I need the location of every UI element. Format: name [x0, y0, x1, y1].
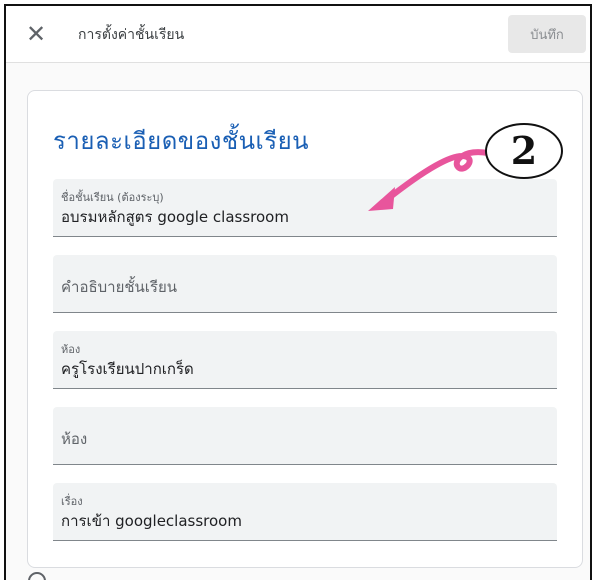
subject-field[interactable]: เรื่อง การเข้า googleclassroom — [53, 483, 557, 541]
save-button[interactable]: บันทึก — [508, 15, 586, 53]
section-label: ห้อง — [61, 343, 81, 356]
close-icon[interactable]: ✕ — [22, 20, 50, 48]
subject-label: เรื่อง — [61, 495, 83, 508]
top-app-bar: ✕ การตั้งค่าชั้นเรียน บันทึก — [6, 6, 590, 63]
page-title: การตั้งค่าชั้นเรียน — [78, 27, 185, 43]
subject-value: การเข้า googleclassroom — [61, 512, 242, 530]
help-icon[interactable] — [28, 572, 46, 580]
section-field[interactable]: ห้อง ครูโรงเรียนปากเกร็ด — [53, 331, 557, 389]
class-description-field[interactable]: คำอธิบายชั้นเรียน — [53, 255, 557, 313]
room-field[interactable]: ห้อง — [53, 407, 557, 465]
class-name-value: อบรมหลักสูตร google classroom — [61, 208, 289, 226]
class-details-card: รายละเอียดของชั้นเรียน ชื่อชั้นเรียน (ต้… — [27, 90, 583, 568]
annotation-number-badge: 2 — [485, 123, 563, 179]
section-value: ครูโรงเรียนปากเกร็ด — [61, 360, 194, 378]
annotation-arrow-icon — [368, 149, 491, 211]
class-settings-window: ✕ การตั้งค่าชั้นเรียน บันทึก รายละเอียดข… — [4, 4, 592, 580]
class-description-placeholder: คำอธิบายชั้นเรียน — [61, 278, 178, 296]
room-placeholder: ห้อง — [61, 430, 88, 448]
card-title: รายละเอียดของชั้นเรียน — [53, 127, 310, 155]
class-name-label: ชื่อชั้นเรียน (ต้องระบุ) — [61, 191, 164, 204]
